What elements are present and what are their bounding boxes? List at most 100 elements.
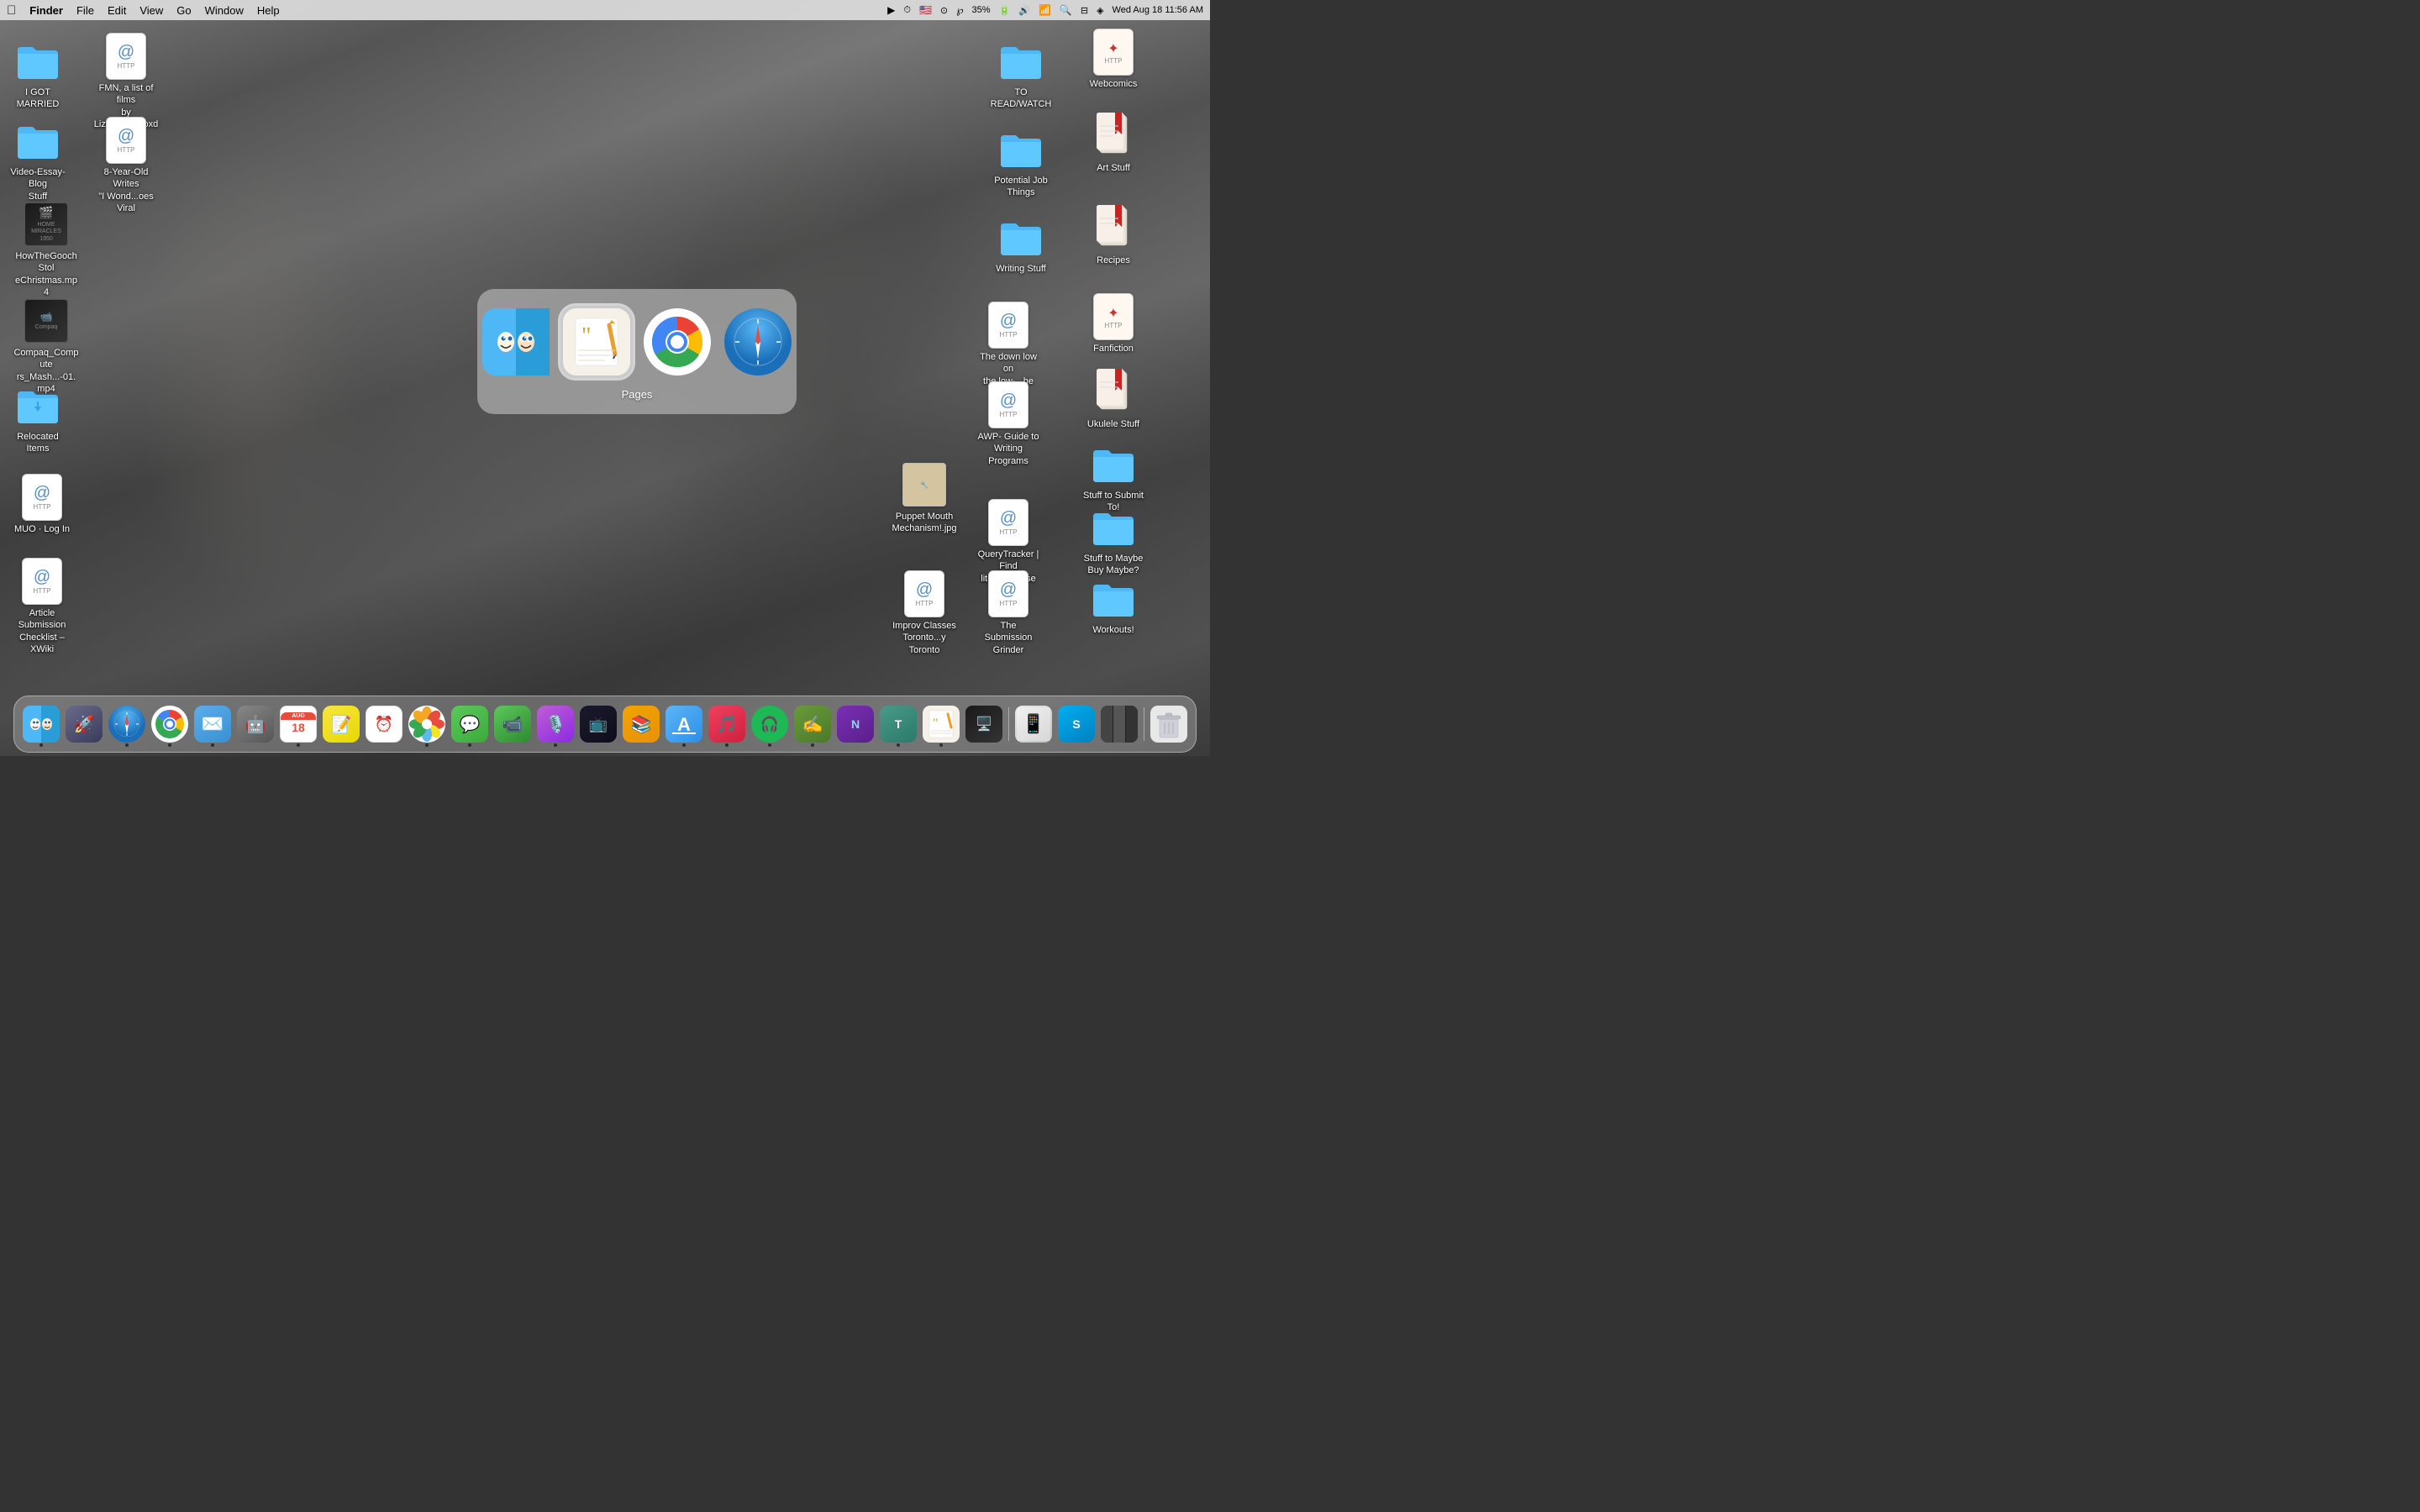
desktop-icon-stuff-maybe-buy[interactable]: Stuff to MaybeBuy Maybe? (1080, 503, 1147, 577)
desktop-icon-how-gooch[interactable]: 🎬 HOME MIRACLES1950 HowTheGoochStoleChri… (13, 201, 80, 298)
desktop-icon-webcomics[interactable]: ✦ HTTP Webcomics (1080, 29, 1147, 90)
icon-label: Stuff to MaybeBuy Maybe? (1084, 553, 1144, 577)
dock-item-trash[interactable] (1149, 704, 1189, 744)
apple-logo-icon[interactable]:  (7, 4, 16, 17)
desktop-icon-ukulele[interactable]: Ukulele Stuff (1080, 369, 1147, 430)
bluetooth-icon[interactable]: ℘ (956, 4, 963, 16)
icon-label: AWP- Guide toWriting Programs (976, 431, 1041, 467)
menubar-app-name[interactable]: Finder (29, 4, 63, 17)
icon-label: The SubmissionGrinder (976, 620, 1041, 656)
desktop-icon-8year-old[interactable]: @ HTTP 8-Year-Old Writes"I Wond...oes Vi… (92, 117, 160, 214)
dock-item-messages[interactable]: 💬 (450, 704, 490, 744)
desktop-icon-recipes[interactable]: Recipes (1080, 205, 1147, 266)
at-sign-icon: @ (1000, 509, 1017, 528)
icon-label: Ukulele Stuff (1087, 418, 1139, 430)
battery-label: 35% (972, 5, 991, 15)
desktop-icon-submission-grinder[interactable]: @ HTTP The SubmissionGrinder (975, 570, 1042, 656)
desktop-icon-art-stuff[interactable]: Art Stuff (1080, 113, 1147, 174)
dock-item-phone[interactable]: 📱 (1013, 704, 1054, 744)
dock-dot (168, 743, 171, 747)
dock-item-tv[interactable]: 📺 (578, 704, 618, 744)
dock-item-scrivener[interactable]: ✍️ (792, 704, 833, 744)
play-icon[interactable]: ▶ (887, 4, 895, 16)
desktop-icon-fmn-films[interactable]: @ HTTP FMN, a list of filmsby LizBa...tt… (92, 33, 160, 130)
desktop-icon-awp-guide[interactable]: @ HTTP AWP- Guide toWriting Programs (975, 381, 1042, 467)
dock-item-screenshots[interactable] (1099, 704, 1139, 744)
dock-item-screens[interactable]: 🖥️ (964, 704, 1004, 744)
desktop-icon-improv-classes[interactable]: @ HTTP Improv ClassesToronto...y Toronto (891, 570, 958, 656)
icon-label: MUO · Log In (14, 523, 70, 535)
menubar-go[interactable]: Go (176, 4, 191, 17)
dock-item-pages[interactable]: " (921, 704, 961, 744)
switcher-pages[interactable]: " (560, 306, 633, 378)
dock-item-launchpad[interactable]: 🚀 (64, 704, 104, 744)
app-switcher-icons: " (480, 306, 794, 378)
icon-label: Writing Stuff (996, 263, 1046, 275)
dock-item-safari[interactable] (107, 704, 147, 744)
app-switcher-label: Pages (622, 388, 653, 401)
switcher-chrome[interactable] (641, 306, 713, 378)
desktop-icon-compaq[interactable]: 📹 Compaq Compaq_Computers_Mash...-01.mp4 (13, 297, 80, 395)
dock-item-facetime[interactable]: 📹 (492, 704, 533, 744)
desktop-icon-writing-stuff[interactable]: Writing Stuff (987, 213, 1055, 275)
switcher-safari[interactable] (722, 306, 794, 378)
dock-item-automator[interactable]: 🤖 (235, 704, 276, 744)
desktop-icon-workouts[interactable]: Workouts! (1080, 575, 1147, 636)
dock-item-finder[interactable] (21, 704, 61, 744)
menubar-edit[interactable]: Edit (108, 4, 126, 17)
accessibility-icon[interactable]: ⊙ (940, 5, 948, 16)
dock-dot (554, 743, 557, 747)
icon-label: Workouts! (1092, 624, 1134, 636)
at-sign-icon: @ (916, 580, 933, 600)
timemachine-icon[interactable]: ⏱ (903, 5, 911, 16)
dock-item-notes[interactable]: 📝 (321, 704, 361, 744)
dock-item-spotify[interactable]: 🎧 (750, 704, 790, 744)
dock-item-podcasts[interactable]: 🎙️ (535, 704, 576, 744)
desktop-icon-relocated[interactable]: Relocated Items (4, 381, 71, 455)
folder-icon (16, 42, 60, 79)
desktop-icon-to-read-watch[interactable]: TO READ/WATCH (987, 37, 1055, 111)
at-sign-icon: @ (34, 484, 50, 503)
battery-icon[interactable]: 🔋 (999, 5, 1011, 16)
menubar-file[interactable]: File (76, 4, 94, 17)
volume-icon[interactable]: 🔊 (1018, 5, 1030, 16)
dock-item-calendar[interactable]: AUG 18 (278, 704, 318, 744)
desktop-icon-video-essay[interactable]: Video-Essay-BlogStuff (4, 117, 71, 202)
icon-label: Potential JobThings (994, 175, 1048, 199)
menubar-view[interactable]: View (139, 4, 163, 17)
dock: 🚀 (13, 696, 1197, 753)
dock-item-chrome[interactable] (150, 704, 190, 744)
control-center-icon[interactable]: ⊟ (1081, 5, 1088, 16)
dock-item-books[interactable]: 📚 (621, 704, 661, 744)
icon-label: Video-Essay-BlogStuff (5, 166, 71, 202)
dock-dot (125, 743, 129, 747)
dock-item-photos[interactable] (407, 704, 447, 744)
dock-item-skype[interactable]: S (1056, 704, 1097, 744)
menubar-help[interactable]: Help (257, 4, 280, 17)
siri-icon[interactable]: ◈ (1097, 5, 1103, 16)
icon-label: TO READ/WATCH (988, 87, 1054, 111)
dock-item-onenote[interactable]: N (835, 704, 876, 744)
desktop-icon-i-got-married[interactable]: I GOT MARRIED (4, 37, 71, 111)
dock-dot (468, 743, 471, 747)
dock-item-mail[interactable]: ✉️ (192, 704, 233, 744)
wifi-icon[interactable]: 📶 (1039, 4, 1051, 16)
icon-label: HowTheGoochStoleChristmas.mp4 (13, 250, 79, 298)
switcher-finder[interactable] (480, 306, 552, 378)
desktop-icon-potential-job[interactable]: Potential JobThings (987, 125, 1055, 199)
svg-text:": " (933, 717, 939, 731)
menubar-right: ▶ ⏱ 🇺🇸 ⊙ ℘ 35% 🔋 🔊 📶 🔍 ⊟ ◈ Wed Aug 18 11… (887, 4, 1203, 16)
dock-item-appstore[interactable]: A (664, 704, 704, 744)
desktop-icon-fanfiction[interactable]: ✦ HTTP Fanfiction (1080, 293, 1147, 354)
search-icon[interactable]: 🔍 (1060, 4, 1072, 16)
menubar-window[interactable]: Window (205, 4, 244, 17)
at-sign-icon: @ (118, 43, 134, 62)
dock-dot (768, 743, 771, 747)
dock-item-music[interactable]: 🎵 (707, 704, 747, 744)
desktop-icon-article-checklist[interactable]: @ HTTP Article SubmissionChecklist – XWi… (8, 558, 76, 655)
desktop-icon-puppet-mouth[interactable]: 🔧 Puppet MouthMechanism!.jpg (891, 461, 958, 535)
at-sign-icon: @ (34, 568, 50, 587)
desktop-icon-muo-login[interactable]: @ HTTP MUO · Log In (8, 474, 76, 535)
dock-item-reminders[interactable]: ⏰ (364, 704, 404, 744)
dock-item-typora[interactable]: T (878, 704, 918, 744)
